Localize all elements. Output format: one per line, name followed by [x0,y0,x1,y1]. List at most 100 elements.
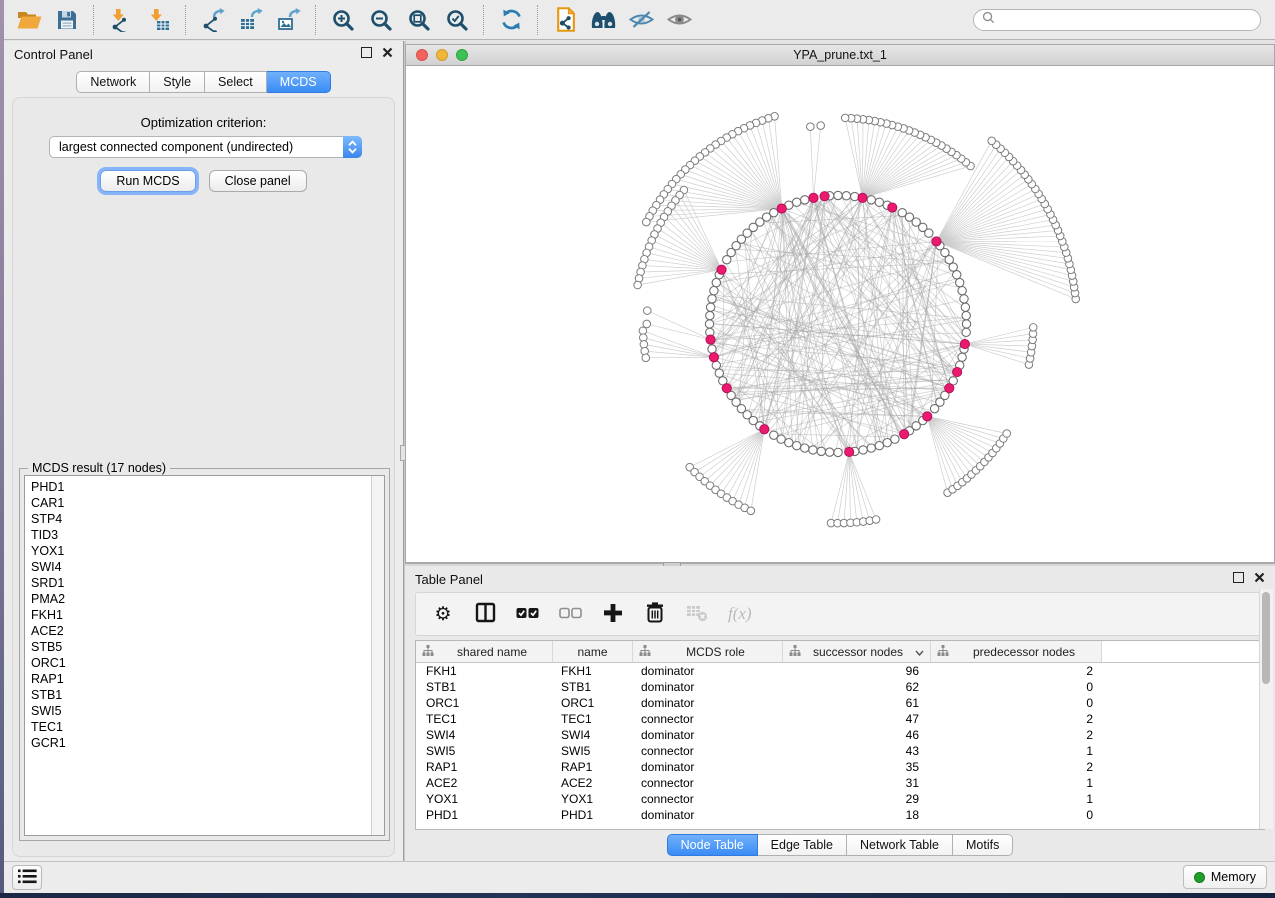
toolbar-zoom-in-button[interactable] [324,3,362,37]
table-add-row-button[interactable] [602,602,624,626]
tab-mcds[interactable]: MCDS [267,71,331,93]
table-cell: ORC1 [553,696,633,710]
app-window: Control Panel NetworkStyleSelectMCDS Opt… [4,0,1275,893]
close-window-icon[interactable] [416,49,428,61]
mcds-result-item[interactable]: TID3 [25,527,384,543]
table-cell: STB1 [553,680,633,694]
mcds-result-list: PHD1CAR1STP4TID3YOX1SWI4SRD1PMA2FKH1ACE2… [24,475,385,836]
tab-network-table[interactable]: Network Table [847,834,953,856]
table-row[interactable]: ORC1ORC1dominator610 [416,695,1264,711]
toolbar-binoculars-button[interactable] [584,3,622,37]
table-select-all-button[interactable] [516,602,539,626]
delete-table-icon [686,603,708,625]
mcds-result-item[interactable]: RAP1 [25,671,384,687]
node-table-body: FKH1FKH1dominator962STB1STB1dominator620… [416,663,1264,823]
mcds-result-item[interactable]: ORC1 [25,655,384,671]
toolbar-group [492,3,530,37]
toolbar-open-file-button[interactable] [10,3,48,37]
toolbar-import-table-button[interactable] [140,3,178,37]
toolbar-export-network-button[interactable] [194,3,232,37]
tab-style[interactable]: Style [150,71,205,93]
toolbar-save-session-button[interactable] [48,3,86,37]
table-cell: YOX1 [416,792,553,806]
window-controls [416,49,468,61]
tab-edge-table[interactable]: Edge Table [758,834,847,856]
column-header-name[interactable]: name [553,641,633,662]
mcds-result-item[interactable]: TEC1 [25,719,384,735]
run-mcds-button[interactable]: Run MCDS [100,170,195,192]
close-panel-button[interactable]: Close panel [209,170,307,192]
mcds-result-item[interactable]: STP4 [25,511,384,527]
float-panel-icon[interactable] [361,47,372,58]
toolbar-export-table-button[interactable] [232,3,270,37]
column-header-successor-nodes[interactable]: successor nodes [783,641,931,662]
mcds-result-item[interactable]: SRD1 [25,575,384,591]
table-row[interactable]: ACE2ACE2connector311 [416,775,1264,791]
toolbar-zoom-out-button[interactable] [362,3,400,37]
toolbar-eye-button[interactable] [660,3,698,37]
column-header-MCDS-role[interactable]: MCDS role [633,641,783,662]
network-graph[interactable] [406,66,1274,562]
tab-network[interactable]: Network [76,71,150,93]
toolbar-zoom-fit-button[interactable] [400,3,438,37]
tab-motifs[interactable]: Motifs [953,834,1013,856]
table-row[interactable]: TEC1TEC1connector472 [416,711,1264,727]
memory-status-icon [1194,872,1205,883]
refresh-icon [500,8,523,31]
attribute-tree-icon [422,645,434,659]
column-header-predecessor-nodes[interactable]: predecessor nodes [931,641,1102,662]
mcds-result-item[interactable]: STB5 [25,639,384,655]
table-row[interactable]: RAP1RAP1dominator352 [416,759,1264,775]
mcds-result-item[interactable]: CAR1 [25,495,384,511]
table-row[interactable]: YOX1YOX1connector291 [416,791,1264,807]
table-row[interactable]: PHD1PHD1dominator180 [416,807,1264,823]
zoom-in-icon [331,8,355,32]
minimize-window-icon[interactable] [436,49,448,61]
network-canvas[interactable] [406,66,1274,562]
table-row[interactable]: SWI4SWI4dominator462 [416,727,1264,743]
table-row[interactable]: FKH1FKH1dominator962 [416,663,1264,679]
mcds-result-item[interactable]: STB1 [25,687,384,703]
mcds-result-item[interactable]: GCR1 [25,735,384,751]
mcds-result-item[interactable]: PMA2 [25,591,384,607]
table-cell: RAP1 [553,760,633,774]
tab-select[interactable]: Select [205,71,267,93]
main-toolbar [4,0,1275,40]
scrollbar-thumb[interactable] [1262,592,1270,684]
column-label: predecessor nodes [953,645,1095,659]
network-search-box[interactable] [973,9,1261,31]
table-settings-gear-button[interactable]: ⚙ [432,602,454,626]
close-panel-icon[interactable] [1254,572,1265,583]
toolbar-export-image-button[interactable] [270,3,308,37]
mcds-result-item[interactable]: FKH1 [25,607,384,623]
mcds-list-scrollbar[interactable] [371,476,384,835]
toolbar-import-network-button[interactable] [102,3,140,37]
table-row[interactable]: SWI5SWI5connector431 [416,743,1264,759]
table-cell: ORC1 [416,696,553,710]
mcds-result-item[interactable]: ACE2 [25,623,384,639]
toolbar-share-document-button[interactable] [546,3,584,37]
float-panel-icon[interactable] [1233,572,1244,583]
close-panel-icon[interactable] [382,47,393,58]
mcds-result-item[interactable]: SWI4 [25,559,384,575]
table-toggle-columns-button[interactable] [474,602,496,626]
mcds-result-item[interactable]: SWI5 [25,703,384,719]
maximize-window-icon[interactable] [456,49,468,61]
mcds-result-item[interactable]: YOX1 [25,543,384,559]
task-history-button[interactable] [12,865,42,890]
criterion-select-value: largest connected component (undirected) [59,140,293,154]
table-scrollbar[interactable] [1259,589,1273,829]
column-header-shared-name[interactable]: shared name [416,641,553,662]
table-deselect-all-button[interactable] [559,602,582,626]
table-row[interactable]: STB1STB1dominator620 [416,679,1264,695]
toolbar-refresh-button[interactable] [492,3,530,37]
toolbar-eye-slash-button[interactable] [622,3,660,37]
tab-node-table[interactable]: Node Table [667,834,758,856]
search-input[interactable] [1000,12,1260,28]
criterion-select[interactable]: largest connected component (undirected) [49,136,362,158]
mcds-result-item[interactable]: PHD1 [25,479,384,495]
toolbar-separator [483,5,485,35]
memory-button[interactable]: Memory [1183,865,1267,889]
toolbar-zoom-selected-button[interactable] [438,3,476,37]
table-delete-row-button[interactable] [644,602,666,626]
